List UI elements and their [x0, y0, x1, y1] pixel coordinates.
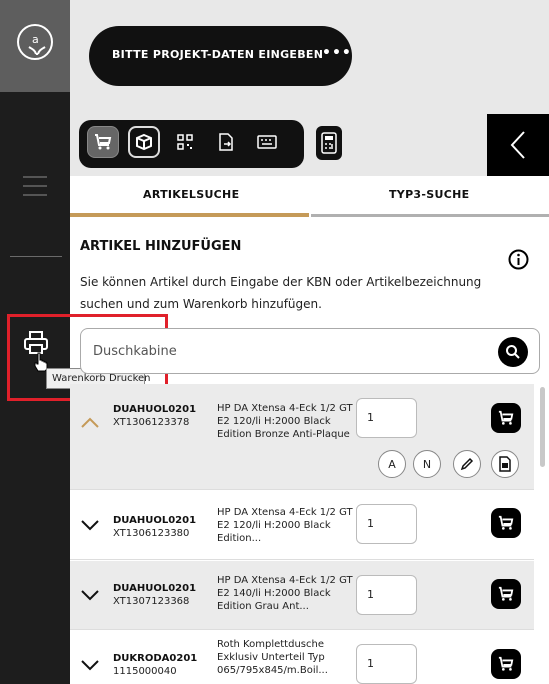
item-number: XT1306123380 [113, 528, 190, 539]
datasheet-button[interactable] [491, 450, 519, 478]
item-kbn: DUAHUOL0201 [113, 404, 197, 415]
chevron-up-icon[interactable] [80, 417, 100, 429]
item-number: XT1306123378 [113, 417, 190, 428]
cart-plus-icon [498, 515, 514, 530]
add-to-cart-button[interactable] [491, 403, 521, 433]
document-tool[interactable] [210, 126, 242, 158]
search-value: Duschkabine [93, 344, 177, 359]
chevron-left-icon [510, 131, 525, 159]
article-tool[interactable] [128, 126, 160, 158]
document-image-icon [499, 456, 511, 472]
search-input[interactable]: Duschkabine [80, 328, 540, 374]
quantity-value: 1 [367, 657, 374, 670]
pencil-icon [460, 457, 474, 471]
tab-typ3-suche[interactable]: TYP3-SUCHE [389, 188, 469, 201]
scrollbar[interactable] [540, 387, 545, 467]
cart-plus-icon [498, 656, 514, 671]
edit-button[interactable] [453, 450, 481, 478]
add-to-cart-button[interactable] [491, 649, 521, 679]
chevron-down-icon[interactable] [80, 519, 100, 531]
scan-tool[interactable] [169, 126, 201, 158]
tab-indicator [311, 214, 549, 217]
project-data-button[interactable]: BITTE PROJEKT-DATEN EINGEBEN ••• [89, 26, 352, 86]
rail-divider [10, 256, 62, 257]
keyboard-tool[interactable] [251, 126, 283, 158]
item-number: 1115000040 [113, 666, 177, 677]
item-kbn: DUKRODA0201 [113, 653, 198, 664]
quantity-input[interactable]: 1 [356, 575, 417, 615]
cart-plus-icon [498, 410, 514, 425]
item-description: HP DA Xtensa 4-Eck 1/2 GT E2 120/li H:20… [217, 507, 353, 544]
tool-group [79, 120, 304, 168]
list-item[interactable]: DUKRODA0201 1115000040 Roth Komplettdusc… [70, 631, 534, 684]
cart-icon [95, 134, 112, 150]
item-description: HP DA Xtensa 4-Eck 1/2 GT E2 140/li H:20… [217, 575, 353, 612]
keyboard-icon [257, 135, 277, 149]
menu-icon[interactable] [23, 176, 47, 203]
item-number: XT1307123368 [113, 596, 190, 607]
section-description: Sie können Artikel durch Eingabe der KBN… [80, 275, 482, 311]
quantity-input[interactable]: 1 [356, 644, 417, 684]
cart-tool[interactable] [87, 126, 119, 158]
qr-code-icon [177, 134, 193, 150]
list-item[interactable]: DUAHUOL0201 XT1307123368 HP DA Xtensa 4-… [70, 561, 534, 630]
project-label: BITTE PROJEKT-DATEN EINGEBEN [112, 48, 324, 61]
n-button[interactable]: N [413, 450, 441, 478]
tab-indicator-active [70, 213, 309, 217]
item-kbn: DUAHUOL0201 [113, 515, 197, 526]
document-arrow-icon [219, 133, 233, 151]
add-to-cart-button[interactable] [491, 508, 521, 538]
item-kbn: DUAHUOL0201 [113, 583, 197, 594]
chevron-down-icon[interactable] [80, 589, 100, 601]
quantity-value: 1 [367, 588, 374, 601]
brand-logo-icon[interactable]: a [17, 24, 53, 60]
add-to-cart-button[interactable] [491, 579, 521, 609]
more-options-icon[interactable]: ••• [322, 45, 352, 61]
quantity-value: 1 [367, 411, 374, 424]
box-icon [136, 133, 152, 151]
calculator-button[interactable] [316, 126, 342, 160]
tab-artikelsuche[interactable]: ARTIKELSUCHE [143, 188, 239, 201]
a-button[interactable]: A [378, 450, 406, 478]
quantity-value: 1 [367, 517, 374, 530]
search-icon [506, 345, 520, 359]
calculator-icon [321, 132, 337, 154]
chevron-down-icon[interactable] [80, 659, 100, 671]
list-item[interactable]: DUAHUOL0201 XT1306123378 HP DA Xtensa 4-… [70, 384, 534, 490]
list-item[interactable]: DUAHUOL0201 XT1306123380 HP DA Xtensa 4-… [70, 491, 534, 560]
item-description: HP DA Xtensa 4-Eck 1/2 GT E2 120/li H:20… [217, 403, 353, 440]
item-description: Roth Komplettdusche Exklusiv Unterteil T… [217, 639, 328, 676]
cart-plus-icon [498, 586, 514, 601]
back-button[interactable] [487, 114, 549, 176]
quantity-input[interactable]: 1 [356, 398, 417, 438]
quantity-input[interactable]: 1 [356, 504, 417, 544]
info-icon[interactable] [508, 249, 529, 270]
search-button[interactable] [498, 337, 528, 367]
svg-text:a: a [32, 33, 39, 46]
section-title: ARTIKEL HINZUFÜGEN [80, 239, 242, 254]
